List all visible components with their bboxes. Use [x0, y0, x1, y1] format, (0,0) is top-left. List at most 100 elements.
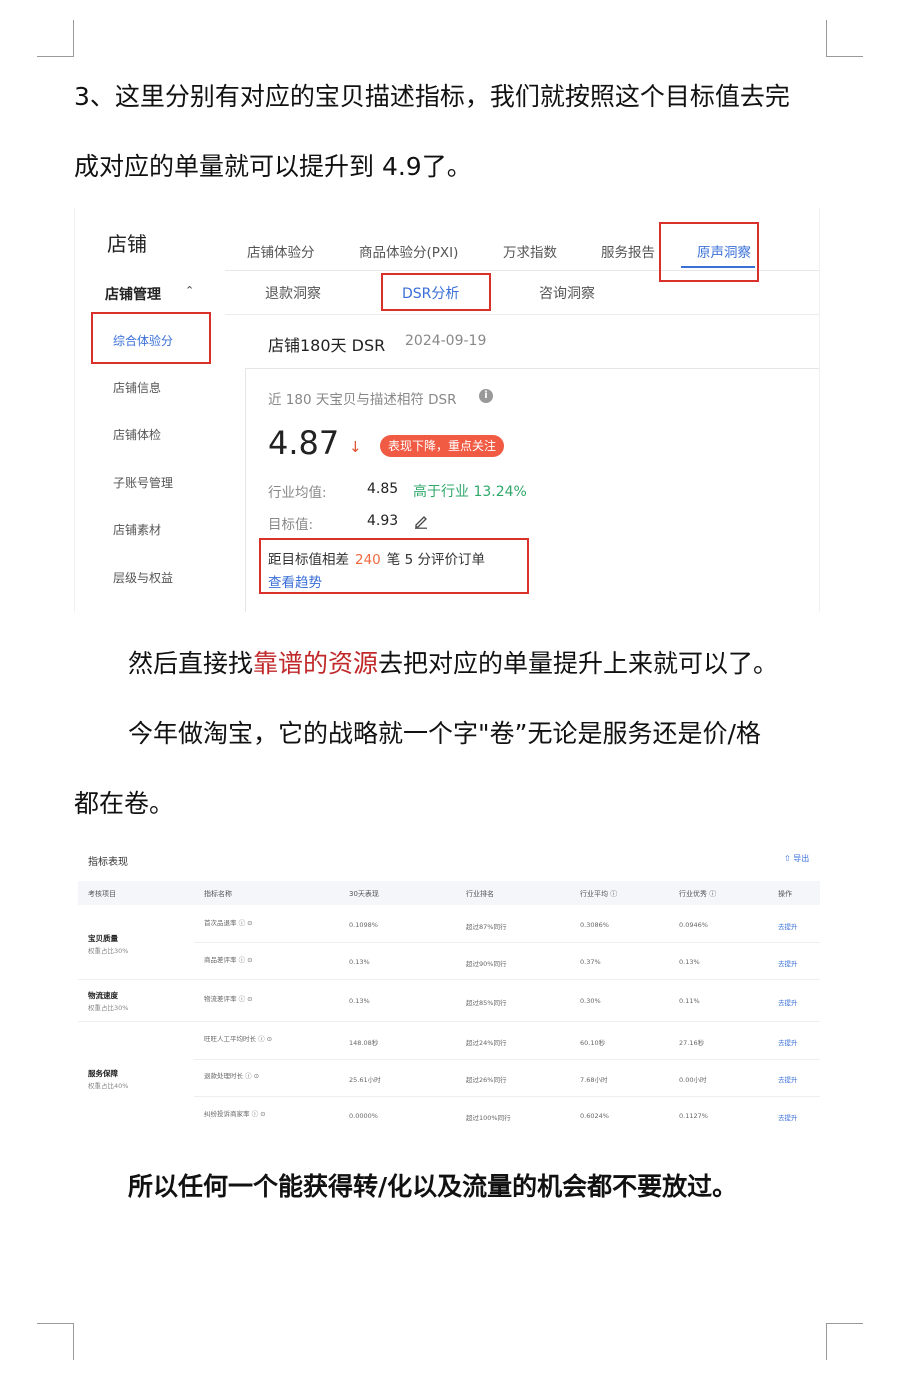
table-row-2-rank: 超过85%同行 [466, 999, 507, 1007]
group-service-weight: 权重占比40% [88, 1082, 129, 1090]
row-divider [194, 942, 820, 943]
sidebar-item-shop-check[interactable]: 店铺体检 [113, 426, 161, 443]
shop-management-menu[interactable]: 店铺管理 [105, 284, 161, 304]
table-row-3-value: 148.08秒 [349, 1039, 379, 1047]
table-row-5-best: 0.1127% [679, 1112, 708, 1120]
industry-average-value: 4.85 [367, 481, 399, 497]
table-row-1-avg: 0.37% [580, 958, 601, 966]
export-button[interactable]: ⇧ 导出 [784, 853, 809, 864]
header-30day: 30天表现 [349, 890, 379, 898]
crop-mark-bottom-right-v [826, 1323, 827, 1360]
table-row-2-metric: 物流差评率 ⓘ ⊙ [204, 995, 253, 1003]
conclusion: 所以任何一个能获得转/化以及流量的机会都不要放过。 [128, 1172, 738, 1201]
highlight-box-gap [259, 538, 529, 594]
table-row-4-best: 0.00小时 [679, 1076, 707, 1084]
crop-mark-top-left-h [37, 56, 74, 57]
industry-compare: 高于行业 13.24% [413, 484, 527, 500]
table-row-1-action[interactable]: 去提升 [778, 958, 798, 968]
group-quality: 宝贝质量 [88, 934, 118, 943]
table-row-5-rank: 超过100%同行 [466, 1114, 511, 1122]
header-industry-avg: 行业平均 ⓘ [580, 890, 618, 898]
tab-wanqiu-index[interactable]: 万求指数 [503, 241, 557, 261]
para2-part-b: 去把对应的单量提升上来就可以了。 [378, 649, 779, 678]
row-divider [78, 1021, 820, 1022]
row-divider [194, 1096, 820, 1097]
subtab-divider [225, 314, 819, 315]
group-logistics-weight: 权重占比30% [88, 1004, 129, 1012]
table-row-3-metric: 旺旺人工平均时长 ⓘ ⊙ [204, 1035, 273, 1043]
table-row-3-action[interactable]: 去提升 [778, 1037, 798, 1047]
table-row-3-rank: 超过24%同行 [466, 1039, 507, 1047]
table-row-4-metric: 退款处理时长 ⓘ ⊙ [204, 1072, 260, 1080]
para2-highlight: 靠谱的资源 [253, 649, 379, 678]
row-divider [78, 979, 820, 980]
subtab-refund-insight[interactable]: 退款洞察 [265, 283, 321, 303]
metrics-table-screenshot: 指标表现 ⇧ 导出 考核项目 指标名称 30天表现 行业排名 行业平均 ⓘ 行业… [74, 845, 824, 1135]
intro-line-1: 3、这里分别有对应的宝贝描述指标，我们就按照这个目标值去完 [74, 82, 790, 111]
table-row-2-action[interactable]: 去提升 [778, 997, 798, 1007]
header-industry-best: 行业优秀 ⓘ [679, 890, 717, 898]
table-row-5-metric: 纠纷投诉商家率 ⓘ ⊙ [204, 1110, 266, 1118]
dsr-screenshot: 店铺 店铺管理 ⌃ 综合体验分 店铺信息 店铺体检 子账号管理 店铺素材 层级与… [74, 208, 820, 612]
sidebar-item-level-rights[interactable]: 层级与权益 [113, 569, 173, 586]
table-row-0-best: 0.0946% [679, 921, 708, 929]
header-rank: 行业排名 [466, 890, 494, 898]
pencil-edit-icon[interactable] [413, 513, 429, 529]
dsr-title: 店铺180天 DSR [268, 336, 386, 355]
table-row-5-value: 0.0000% [349, 1112, 378, 1120]
crop-mark-top-left-v [73, 20, 74, 57]
row-divider [194, 1059, 820, 1060]
intro-line-2: 成对应的单量就可以提升到 4.9了。 [74, 152, 472, 181]
chevron-up-icon[interactable]: ⌃ [185, 284, 194, 297]
dsr-date: 2024-09-19 [405, 333, 487, 349]
tab-product-experience[interactable]: 商品体验分(PXI) [359, 241, 458, 261]
table-row-4-action[interactable]: 去提升 [778, 1074, 798, 1084]
header-action: 操作 [778, 890, 792, 898]
subtab-consult-insight[interactable]: 咨询洞察 [539, 283, 595, 303]
highlight-box-sidebar [91, 312, 211, 364]
group-quality-weight: 权重占比30% [88, 947, 129, 955]
crop-mark-bottom-left-v [73, 1323, 74, 1360]
para2-part-a: 然后直接找 [128, 649, 254, 678]
tab-shop-experience[interactable]: 店铺体验分 [247, 241, 315, 261]
crop-mark-bottom-right-h [826, 1323, 863, 1324]
table-row-0-value: 0.1098% [349, 921, 378, 929]
table-row-1-metric: 商品差评率 ⓘ ⊙ [204, 956, 253, 964]
sidebar-item-subaccounts[interactable]: 子账号管理 [113, 474, 173, 491]
table-row-5-action[interactable]: 去提升 [778, 1112, 798, 1122]
table-row-2-value: 0.13% [349, 997, 370, 1005]
table-row-1-rank: 超过90%同行 [466, 960, 507, 968]
table-row-0-rank: 超过87%同行 [466, 923, 507, 931]
header-assessment: 考核项目 [88, 890, 116, 898]
crop-mark-top-right-v [826, 20, 827, 57]
table-row-5-avg: 0.6024% [580, 1112, 609, 1120]
highlight-box-voice-tab [659, 222, 759, 282]
paragraph-strategy-line-1: 今年做淘宝，它的战略就一个字"卷”无论是服务还是价/格 [128, 719, 761, 748]
table-row-2-avg: 0.30% [580, 997, 601, 1005]
table-row-4-rank: 超过26%同行 [466, 1076, 507, 1084]
sidebar-item-shop-info[interactable]: 店铺信息 [113, 379, 161, 396]
tab-service-report[interactable]: 服务报告 [601, 241, 655, 261]
table-row-4-value: 25.61小时 [349, 1076, 381, 1084]
table-row-0-metric: 首次品退率 ⓘ ⊙ [204, 919, 253, 927]
group-logistics: 物流速度 [88, 991, 118, 1000]
crop-mark-top-right-h [826, 56, 863, 57]
near-180-label: 近 180 天宝贝与描述相符 DSR [268, 392, 457, 408]
target-label: 目标值: [268, 517, 314, 533]
metrics-title: 指标表现 [88, 857, 128, 868]
table-row-3-avg: 60.10秒 [580, 1039, 606, 1047]
table-row-4-avg: 7.68小时 [580, 1076, 608, 1084]
crop-mark-bottom-left-h [37, 1323, 74, 1324]
dsr-score: 4.87 [268, 424, 340, 462]
paragraph-resources: 然后直接找靠谱的资源去把对应的单量提升上来就可以了。 [128, 647, 778, 681]
status-badge: 表现下降，重点关注 [380, 435, 505, 457]
info-icon[interactable]: i [479, 389, 493, 403]
arrow-down-icon: ↓ [349, 438, 362, 456]
table-row-1-value: 0.13% [349, 958, 370, 966]
sidebar-item-shop-assets[interactable]: 店铺素材 [113, 521, 161, 538]
header-metric-name: 指标名称 [204, 890, 232, 898]
table-row-0-action[interactable]: 去提升 [778, 921, 798, 931]
table-row-3-best: 27.16秒 [679, 1039, 705, 1047]
table-row-0-avg: 0.3086% [580, 921, 609, 929]
paragraph-strategy-line-2: 都在卷。 [74, 789, 175, 818]
